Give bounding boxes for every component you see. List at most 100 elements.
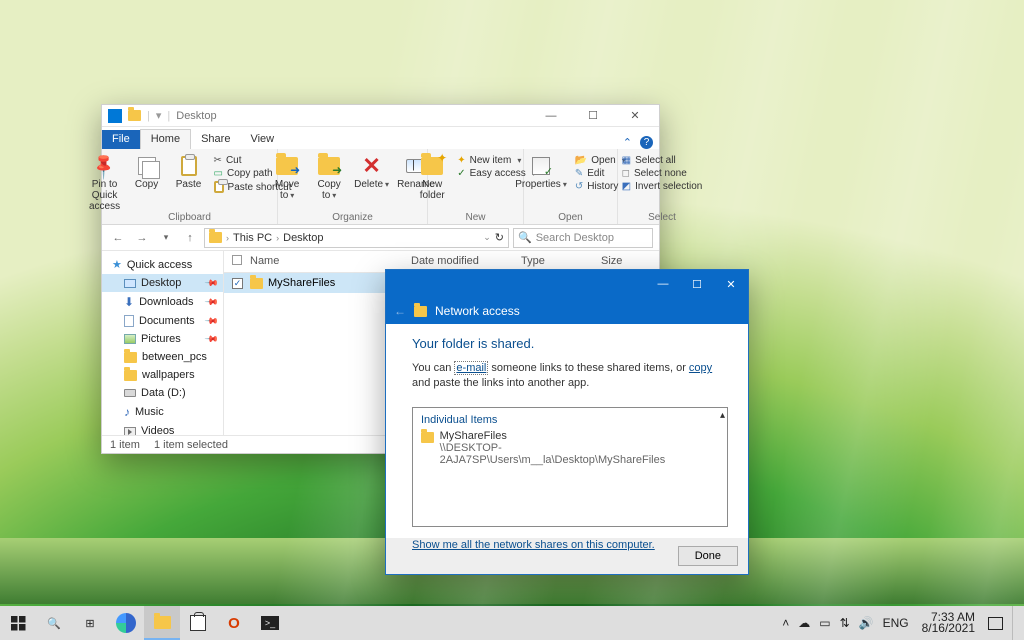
- minimize-button[interactable]: —: [646, 270, 680, 298]
- chevron-right-icon[interactable]: ›: [226, 233, 229, 243]
- nav-videos[interactable]: Videos: [102, 422, 223, 435]
- dialog-titlebar[interactable]: — ☐ ✕: [386, 270, 748, 298]
- chevron-right-icon[interactable]: ›: [276, 233, 279, 243]
- start-button[interactable]: [0, 606, 36, 640]
- ribbon-tabs: File Home Share View ⌃ ?: [102, 127, 659, 149]
- checkbox-header[interactable]: [232, 255, 242, 265]
- nav-music[interactable]: ♪Music: [102, 402, 223, 422]
- crumb-desktop[interactable]: Desktop: [283, 232, 323, 244]
- qat-overflow-icon[interactable]: ▾: [156, 109, 162, 122]
- tab-home[interactable]: Home: [140, 129, 191, 149]
- nav-documents[interactable]: Documents📌: [102, 312, 223, 330]
- office-button[interactable]: O: [216, 606, 252, 640]
- individual-items-box: ▴ Individual Items MyShareFiles \\DESKTO…: [412, 407, 728, 527]
- system-tray: ˄ ☁ ▭ ⇅ 🔊 ENG 7:33 AM 8/16/2021: [776, 606, 1024, 640]
- nav-downloads[interactable]: ⬇Downloads📌: [102, 292, 223, 312]
- wifi-tray-icon[interactable]: ⇅: [840, 616, 850, 630]
- minimize-button[interactable]: —: [533, 105, 569, 127]
- delete-button[interactable]: ✕ Delete▾: [354, 155, 389, 190]
- folder-icon: [124, 370, 137, 381]
- paste-button[interactable]: Paste: [172, 155, 206, 190]
- share-item-name: MyShareFiles: [440, 430, 719, 442]
- search-button[interactable]: 🔍: [36, 606, 72, 640]
- videos-icon: [124, 427, 136, 436]
- taskbar-clock[interactable]: 7:33 AM 8/16/2021: [918, 612, 979, 634]
- select-none-icon: ◻: [622, 168, 630, 179]
- close-button[interactable]: ✕: [617, 105, 653, 127]
- copy-button[interactable]: Copy: [130, 155, 164, 190]
- tray-overflow-icon[interactable]: ˄: [782, 616, 789, 630]
- nav-forward-button[interactable]: →: [132, 228, 152, 248]
- col-type[interactable]: Type: [521, 255, 601, 268]
- email-link[interactable]: e-mail: [454, 361, 488, 375]
- titlebar[interactable]: | ▾ | Desktop — ☐ ✕: [102, 105, 659, 127]
- col-size[interactable]: Size: [601, 255, 651, 268]
- crumb-this-pc[interactable]: This PC: [233, 232, 272, 244]
- edge-button[interactable]: [108, 606, 144, 640]
- nav-up-button[interactable]: ↑: [180, 228, 200, 248]
- terminal-button[interactable]: >_: [252, 606, 288, 640]
- taskbar[interactable]: 🔍 ⊞ O >_ ˄ ☁ ▭ ⇅ 🔊 ENG 7:33 AM 8/16/2021: [0, 606, 1024, 640]
- refresh-button[interactable]: ↻: [495, 231, 504, 244]
- all-shares-link[interactable]: Show me all the network shares on this c…: [412, 539, 655, 551]
- language-indicator[interactable]: ENG: [883, 616, 909, 630]
- new-folder-button[interactable]: ✦ New folder: [415, 155, 449, 201]
- back-button[interactable]: ←: [394, 304, 406, 318]
- col-date[interactable]: Date modified: [411, 255, 521, 268]
- pin-quick-access-button[interactable]: 📌 Pin to Quick access: [88, 155, 122, 212]
- select-all-button[interactable]: ▦Select all: [622, 155, 703, 166]
- maximize-button[interactable]: ☐: [575, 105, 611, 127]
- scroll-up-icon[interactable]: ▴: [720, 410, 725, 421]
- folder-icon: [154, 616, 171, 629]
- pin-icon: 📌: [204, 313, 220, 329]
- battery-tray-icon[interactable]: ▭: [819, 616, 830, 630]
- explorer-taskbar-button[interactable]: [144, 606, 180, 640]
- move-to-button[interactable]: ➜ Move to▾: [270, 155, 304, 201]
- nav-drive[interactable]: Data (D:): [102, 384, 223, 402]
- dialog-body: Your folder is shared. You can e-mail so…: [386, 324, 748, 538]
- share-item[interactable]: MyShareFiles \\DESKTOP-2AJA7SP\Users\m__…: [421, 430, 719, 466]
- search-input[interactable]: 🔍 Search Desktop: [513, 228, 653, 248]
- tab-view[interactable]: View: [240, 130, 284, 149]
- store-button[interactable]: [180, 606, 216, 640]
- onedrive-tray-icon[interactable]: ☁: [798, 616, 810, 630]
- tab-file[interactable]: File: [102, 130, 140, 149]
- copy-to-button[interactable]: ➜ Copy to▾: [312, 155, 346, 201]
- ribbon-collapse-icon[interactable]: ⌃: [623, 136, 632, 149]
- folder-icon: [250, 278, 263, 289]
- nav-recent-button[interactable]: ▾: [156, 228, 176, 248]
- col-name[interactable]: Name: [250, 255, 411, 268]
- qat-app-icon: [108, 109, 122, 123]
- maximize-button[interactable]: ☐: [680, 270, 714, 298]
- checkbox[interactable]: ✓: [232, 278, 243, 289]
- task-view-button[interactable]: ⊞: [72, 606, 108, 640]
- properties-button[interactable]: Properties▾: [515, 155, 567, 190]
- nav-quick-access[interactable]: ★Quick access: [102, 255, 223, 274]
- search-icon: 🔍: [47, 617, 61, 630]
- nav-tree[interactable]: ★Quick access Desktop📌 ⬇Downloads📌 Docum…: [102, 251, 224, 435]
- nav-folder[interactable]: wallpapers: [102, 366, 223, 384]
- nav-folder[interactable]: between_pcs: [102, 348, 223, 366]
- path-icon: ▭: [214, 168, 223, 179]
- tab-share[interactable]: Share: [191, 130, 240, 149]
- status-count: 1 item: [110, 439, 140, 451]
- status-selected: 1 item selected: [154, 439, 228, 451]
- volume-tray-icon[interactable]: 🔊: [859, 616, 874, 630]
- address-dropdown-icon[interactable]: ⌄: [483, 232, 491, 243]
- close-button[interactable]: ✕: [714, 270, 748, 298]
- search-icon: 🔍: [518, 231, 532, 244]
- pushpin-icon: 📌: [89, 151, 120, 182]
- help-icon[interactable]: ?: [640, 136, 653, 149]
- address-bar[interactable]: › This PC › Desktop ⌄ ↻: [204, 228, 509, 248]
- nav-back-button[interactable]: ←: [108, 228, 128, 248]
- select-none-button[interactable]: ◻Select none: [622, 168, 703, 179]
- show-desktop-button[interactable]: [1012, 606, 1018, 640]
- nav-pictures[interactable]: Pictures📌: [102, 330, 223, 348]
- nav-desktop[interactable]: Desktop📌: [102, 274, 223, 292]
- done-button[interactable]: Done: [678, 546, 738, 566]
- folder-icon: [128, 110, 141, 121]
- desktop-icon: [124, 279, 136, 288]
- action-center-icon[interactable]: [988, 617, 1003, 630]
- invert-selection-button[interactable]: ◩Invert selection: [622, 181, 703, 192]
- copy-link[interactable]: copy: [689, 362, 712, 374]
